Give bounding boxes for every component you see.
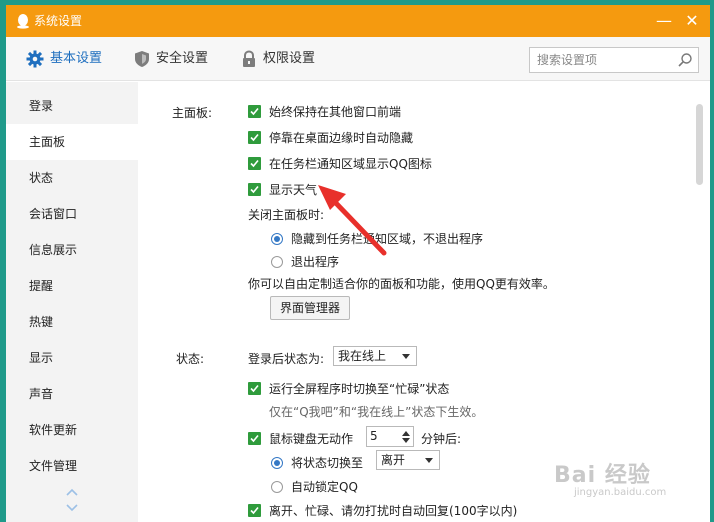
annotation-arrow-icon <box>318 185 387 256</box>
watermark-logo-text: Bai 经验 <box>554 463 651 488</box>
settings-window: 系统设置 — ✕ 基本设置 安全设置 权限设置 搜索设置项 登录 主面板 状态 … <box>6 5 710 522</box>
baidu-watermark: Bai 经验 jingyan.baidu.com <box>554 457 666 498</box>
